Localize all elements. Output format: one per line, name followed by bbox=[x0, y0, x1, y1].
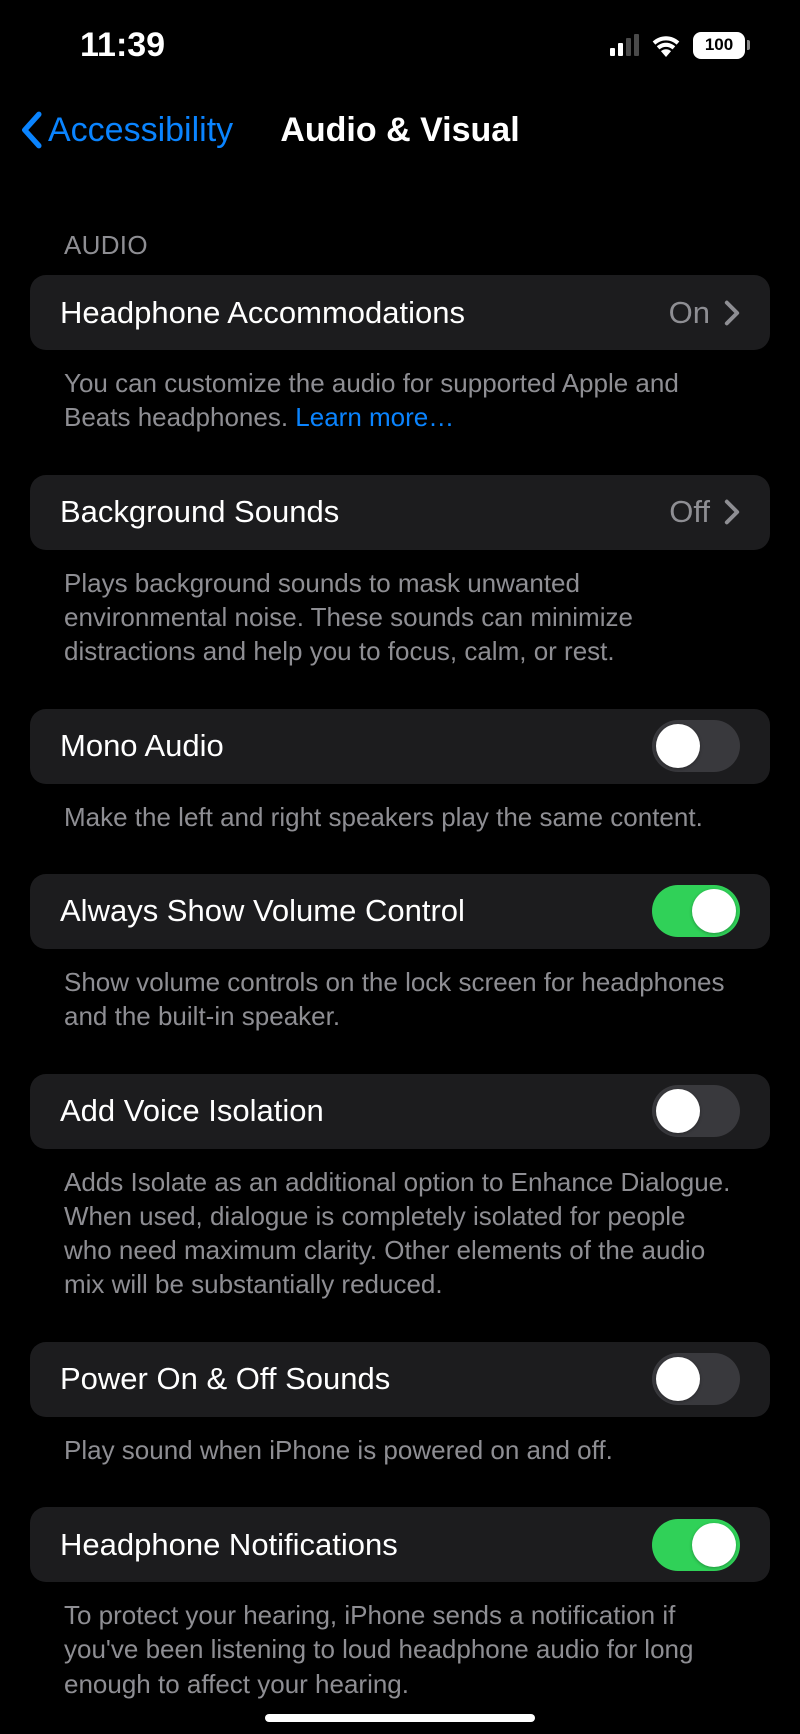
volume-control-toggle[interactable] bbox=[652, 885, 740, 937]
chevron-right-icon bbox=[724, 300, 740, 326]
row-label: Power On & Off Sounds bbox=[60, 1361, 390, 1397]
row-label: Background Sounds bbox=[60, 494, 339, 530]
page-title: Audio & Visual bbox=[280, 111, 519, 150]
row-footer: Make the left and right speakers play th… bbox=[30, 800, 770, 874]
row-background-sounds[interactable]: Background Sounds Off bbox=[30, 475, 770, 550]
status-bar: 11:39 100 bbox=[0, 0, 800, 90]
chevron-right-icon bbox=[724, 499, 740, 525]
back-label: Accessibility bbox=[48, 111, 233, 150]
row-footer: Adds Isolate as an additional option to … bbox=[30, 1165, 770, 1342]
battery-level: 100 bbox=[705, 35, 733, 55]
learn-more-link[interactable]: Learn more… bbox=[295, 402, 454, 432]
power-sounds-toggle[interactable] bbox=[652, 1353, 740, 1405]
row-headphone-accommodations[interactable]: Headphone Accommodations On bbox=[30, 275, 770, 350]
row-footer: Show volume controls on the lock screen … bbox=[30, 965, 770, 1074]
nav-bar: Accessibility Audio & Visual bbox=[0, 90, 800, 170]
row-value: Off bbox=[669, 494, 710, 530]
row-label: Headphone Notifications bbox=[60, 1527, 398, 1563]
row-footer: Plays background sounds to mask unwanted… bbox=[30, 566, 770, 709]
row-footer: You can customize the audio for supporte… bbox=[30, 366, 770, 475]
row-value: On bbox=[669, 295, 710, 331]
back-button[interactable]: Accessibility bbox=[20, 111, 233, 150]
section-header-audio: AUDIO bbox=[30, 220, 770, 275]
row-label: Mono Audio bbox=[60, 728, 224, 764]
row-voice-isolation: Add Voice Isolation bbox=[30, 1074, 770, 1149]
chevron-left-icon bbox=[20, 111, 42, 149]
row-power-sounds: Power On & Off Sounds bbox=[30, 1342, 770, 1417]
row-label: Always Show Volume Control bbox=[60, 893, 465, 929]
voice-isolation-toggle[interactable] bbox=[652, 1085, 740, 1137]
cellular-icon bbox=[610, 34, 639, 56]
row-label: Add Voice Isolation bbox=[60, 1093, 324, 1129]
status-right: 100 bbox=[610, 32, 750, 59]
battery-icon: 100 bbox=[693, 32, 750, 59]
row-volume-control: Always Show Volume Control bbox=[30, 874, 770, 949]
status-time: 11:39 bbox=[80, 26, 165, 65]
mono-audio-toggle[interactable] bbox=[652, 720, 740, 772]
row-headphone-notifications: Headphone Notifications bbox=[30, 1507, 770, 1582]
wifi-icon bbox=[649, 33, 683, 57]
row-mono-audio: Mono Audio bbox=[30, 709, 770, 784]
headphone-notifications-toggle[interactable] bbox=[652, 1519, 740, 1571]
row-footer: Play sound when iPhone is powered on and… bbox=[30, 1433, 770, 1507]
row-label: Headphone Accommodations bbox=[60, 295, 465, 331]
home-indicator[interactable] bbox=[265, 1714, 535, 1722]
